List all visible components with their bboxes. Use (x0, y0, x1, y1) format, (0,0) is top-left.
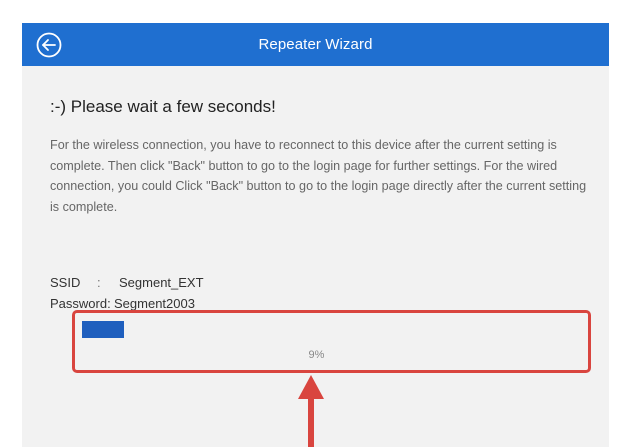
instruction-text: For the wireless connection, you have to… (50, 138, 587, 214)
page-title: Repeater Wizard (258, 36, 373, 53)
highlight-box (72, 310, 591, 373)
wait-message: :-) Please wait a few seconds! (50, 97, 276, 116)
network-info: SSID : Segment_EXT Password: Segment2003 (50, 272, 204, 314)
ssid-separator: : (97, 275, 101, 290)
up-arrow-icon (298, 375, 324, 447)
wizard-header: Repeater Wizard (22, 23, 609, 66)
ssid-row: SSID : Segment_EXT (50, 272, 204, 293)
screen: Repeater Wizard :-) Please wait a few se… (0, 0, 624, 447)
wizard-panel: Repeater Wizard :-) Please wait a few se… (22, 23, 609, 447)
ssid-label: SSID (50, 275, 81, 290)
ssid-value: Segment_EXT (119, 275, 204, 290)
